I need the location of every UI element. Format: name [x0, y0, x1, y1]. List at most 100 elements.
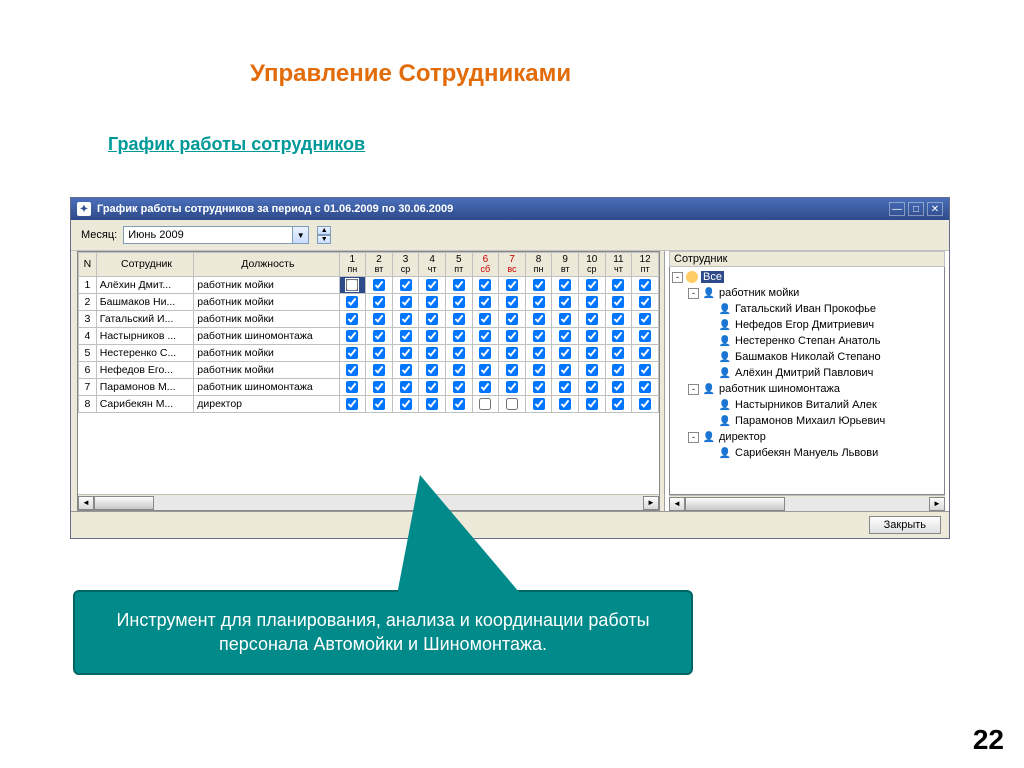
day-cell[interactable] — [499, 378, 526, 395]
day-cell[interactable] — [419, 310, 446, 327]
day-checkbox[interactable] — [612, 330, 624, 342]
tree-row[interactable]: 👤Гатальский Иван Прокофье — [672, 301, 944, 317]
day-checkbox[interactable] — [506, 381, 518, 393]
day-checkbox[interactable] — [400, 313, 412, 325]
day-cell[interactable] — [525, 293, 552, 310]
day-cell[interactable] — [472, 378, 499, 395]
day-cell[interactable] — [632, 378, 659, 395]
day-cell[interactable] — [419, 361, 446, 378]
day-checkbox[interactable] — [346, 347, 358, 359]
day-checkbox[interactable] — [612, 313, 624, 325]
tree-row[interactable]: -👤работник шиномонтажа — [672, 381, 944, 397]
position-cell[interactable]: работник мойки — [194, 344, 339, 361]
day-checkbox[interactable] — [559, 313, 571, 325]
expand-icon[interactable]: - — [688, 384, 699, 395]
day-checkbox[interactable] — [533, 364, 545, 376]
day-checkbox[interactable] — [400, 381, 412, 393]
day-checkbox[interactable] — [373, 330, 385, 342]
tree-scrollbar[interactable]: ◄ ► — [669, 495, 945, 511]
day-cell[interactable] — [392, 361, 419, 378]
day-header-2[interactable]: 2вт — [366, 253, 393, 277]
day-checkbox[interactable] — [506, 313, 518, 325]
day-checkbox[interactable] — [479, 330, 491, 342]
day-cell[interactable] — [632, 361, 659, 378]
day-checkbox[interactable] — [559, 381, 571, 393]
day-cell[interactable] — [552, 276, 579, 293]
day-checkbox[interactable] — [346, 313, 358, 325]
day-cell[interactable] — [445, 344, 472, 361]
day-checkbox[interactable] — [400, 279, 412, 291]
minimize-button[interactable]: — — [889, 202, 905, 216]
day-cell[interactable] — [366, 361, 393, 378]
position-cell[interactable]: работник шиномонтажа — [194, 378, 339, 395]
day-checkbox[interactable] — [612, 381, 624, 393]
close-button[interactable]: ✕ — [927, 202, 943, 216]
day-cell[interactable] — [632, 276, 659, 293]
day-cell[interactable] — [579, 361, 606, 378]
day-cell[interactable] — [632, 344, 659, 361]
position-cell[interactable]: работник мойки — [194, 276, 339, 293]
expand-icon[interactable]: - — [688, 432, 699, 443]
day-cell[interactable] — [499, 395, 526, 412]
day-cell[interactable] — [392, 378, 419, 395]
day-checkbox[interactable] — [612, 347, 624, 359]
day-cell[interactable] — [392, 395, 419, 412]
day-cell[interactable] — [392, 293, 419, 310]
day-cell[interactable] — [392, 276, 419, 293]
month-up-button[interactable]: ▲ — [317, 226, 331, 235]
position-cell[interactable]: работник шиномонтажа — [194, 327, 339, 344]
day-cell[interactable] — [419, 327, 446, 344]
day-checkbox[interactable] — [453, 313, 465, 325]
day-cell[interactable] — [605, 310, 632, 327]
day-cell[interactable] — [499, 310, 526, 327]
expand-icon[interactable]: - — [672, 272, 683, 283]
day-checkbox[interactable] — [586, 347, 598, 359]
day-cell[interactable] — [605, 395, 632, 412]
day-checkbox[interactable] — [639, 398, 651, 410]
day-cell[interactable] — [366, 276, 393, 293]
employee-cell[interactable]: Сарибекян М... — [96, 395, 194, 412]
day-cell[interactable] — [632, 395, 659, 412]
table-row[interactable]: 4Настырников ...работник шиномонтажа — [79, 327, 659, 344]
day-checkbox[interactable] — [639, 330, 651, 342]
col-num[interactable]: N — [79, 253, 97, 277]
day-checkbox[interactable] — [586, 398, 598, 410]
day-checkbox[interactable] — [533, 330, 545, 342]
tree-row[interactable]: 👤Сарибекян Мануель Львови — [672, 445, 944, 461]
day-checkbox[interactable] — [373, 398, 385, 410]
day-cell[interactable] — [552, 361, 579, 378]
day-checkbox[interactable] — [639, 279, 651, 291]
day-header-1[interactable]: 1пн — [339, 253, 366, 277]
day-cell[interactable] — [419, 378, 446, 395]
day-cell[interactable] — [552, 344, 579, 361]
day-cell[interactable] — [579, 276, 606, 293]
day-checkbox[interactable] — [426, 398, 438, 410]
day-checkbox[interactable] — [533, 279, 545, 291]
day-cell[interactable] — [472, 361, 499, 378]
day-cell[interactable] — [366, 327, 393, 344]
day-cell[interactable] — [579, 395, 606, 412]
day-cell[interactable] — [579, 293, 606, 310]
tree-row[interactable]: 👤Парамонов Михаил Юрьевич — [672, 413, 944, 429]
day-cell[interactable] — [419, 276, 446, 293]
day-cell[interactable] — [579, 310, 606, 327]
day-checkbox[interactable] — [479, 313, 491, 325]
day-checkbox[interactable] — [639, 364, 651, 376]
day-checkbox[interactable] — [426, 330, 438, 342]
day-cell[interactable] — [525, 276, 552, 293]
day-checkbox[interactable] — [453, 330, 465, 342]
day-header-9[interactable]: 9вт — [552, 253, 579, 277]
day-checkbox[interactable] — [346, 381, 358, 393]
position-cell[interactable]: директор — [194, 395, 339, 412]
titlebar[interactable]: ✦ График работы сотрудников за период с … — [71, 198, 949, 220]
day-checkbox[interactable] — [559, 296, 571, 308]
scroll-thumb[interactable] — [685, 497, 785, 511]
day-cell[interactable] — [366, 310, 393, 327]
day-checkbox[interactable] — [479, 398, 491, 410]
day-cell[interactable] — [392, 310, 419, 327]
day-checkbox[interactable] — [506, 398, 518, 410]
day-cell[interactable] — [366, 378, 393, 395]
day-cell[interactable] — [525, 327, 552, 344]
day-checkbox[interactable] — [639, 313, 651, 325]
day-checkbox[interactable] — [612, 398, 624, 410]
